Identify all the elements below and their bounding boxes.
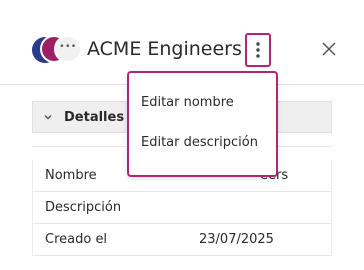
table-row: Descripción <box>32 192 332 224</box>
options-menu: Editar nombre Editar descripción <box>127 71 278 177</box>
close-button[interactable] <box>320 40 338 58</box>
row-label: Creado el <box>45 232 108 247</box>
menu-item-edit-name[interactable]: Editar nombre <box>141 95 234 110</box>
row-value: 23/07/2025 <box>199 232 274 247</box>
more-vertical-icon <box>256 42 260 58</box>
menu-item-edit-description[interactable]: Editar descripción <box>141 135 258 150</box>
table-row: Creado el 23/07/2025 <box>32 224 332 256</box>
more-options-button[interactable] <box>245 33 271 67</box>
page-title: ACME Engineers <box>87 38 242 60</box>
avatar-group[interactable]: ••• <box>32 35 82 63</box>
details-title: Detalles <box>64 109 125 125</box>
chevron-down-icon <box>44 115 52 120</box>
more-avatars-badge: ••• <box>54 35 82 63</box>
team-panel: ••• ACME Engineers Detalles Nombre Descr… <box>0 0 364 270</box>
row-label: Nombre <box>45 168 97 183</box>
more-avatars-label: ••• <box>59 42 77 52</box>
row-label: Descripción <box>45 200 122 215</box>
close-icon <box>322 42 336 56</box>
